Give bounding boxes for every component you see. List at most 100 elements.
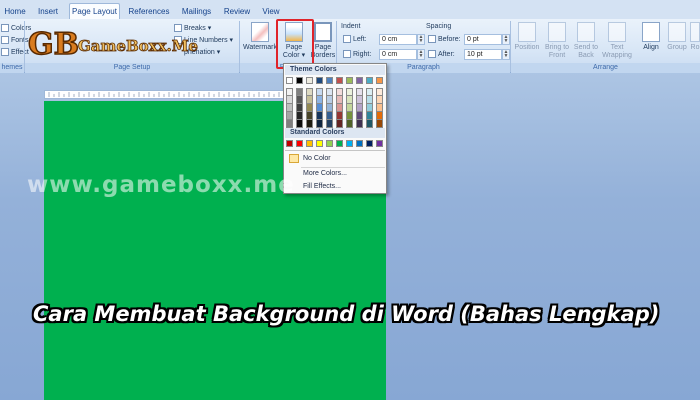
standard-color-swatch[interactable] (326, 140, 333, 147)
theme-shade-swatch[interactable] (326, 112, 333, 120)
theme-shade-swatch[interactable] (336, 104, 343, 112)
theme-shade-swatch[interactable] (376, 120, 383, 128)
theme-shade-swatch[interactable] (316, 96, 323, 104)
bring-to-front-button[interactable]: Bring to Front (543, 22, 571, 60)
text-wrapping-button[interactable]: Text Wrapping (601, 22, 633, 60)
theme-shade-swatch[interactable] (286, 112, 293, 120)
standard-color-swatch[interactable] (376, 140, 383, 147)
more-colors-item[interactable]: More Colors... (303, 170, 347, 177)
position-button[interactable]: Position (512, 22, 542, 52)
theme-shade-swatch[interactable] (346, 104, 353, 112)
theme-shade-swatch[interactable] (306, 112, 313, 120)
standard-color-swatch[interactable] (366, 140, 373, 147)
theme-shade-swatch[interactable] (356, 96, 363, 104)
theme-shade-swatch[interactable] (306, 96, 313, 104)
tab-view[interactable]: View (260, 4, 282, 19)
group-button[interactable]: Group (665, 22, 689, 52)
theme-shade-swatch[interactable] (306, 104, 313, 112)
theme-shade-swatch[interactable] (296, 120, 303, 128)
theme-color-swatch[interactable] (286, 77, 293, 84)
theme-shade-swatch[interactable] (346, 88, 353, 96)
spacing-after-label: After: (428, 50, 455, 58)
theme-shade-swatch[interactable] (376, 104, 383, 112)
theme-shade-swatch[interactable] (336, 112, 343, 120)
theme-shade-swatch[interactable] (336, 88, 343, 96)
theme-shade-swatch[interactable] (296, 112, 303, 120)
indent-right-input[interactable]: 0 cm (379, 49, 417, 60)
theme-shade-swatch[interactable] (346, 112, 353, 120)
no-color-item[interactable]: No Color (286, 153, 384, 165)
theme-shade-swatch[interactable] (306, 120, 313, 128)
tab-page-layout[interactable]: Page Layout (69, 3, 120, 20)
theme-color-swatch[interactable] (346, 77, 353, 84)
theme-shade-swatch[interactable] (326, 88, 333, 96)
theme-color-swatch[interactable] (296, 77, 303, 84)
fill-effects-item[interactable]: Fill Effects... (303, 183, 341, 190)
tab-insert[interactable]: Insert (34, 4, 62, 19)
theme-shade-swatch[interactable] (296, 88, 303, 96)
theme-shade-swatch[interactable] (356, 88, 363, 96)
watermark-button[interactable]: Watermark (243, 22, 277, 52)
theme-shade-swatch[interactable] (286, 96, 293, 104)
theme-shade-swatch[interactable] (336, 120, 343, 128)
indent-left-input[interactable]: 0 cm (379, 34, 417, 45)
theme-color-swatch[interactable] (366, 77, 373, 84)
spacing-before-input[interactable]: 0 pt (464, 34, 502, 45)
standard-color-swatch[interactable] (296, 140, 303, 147)
tab-references[interactable]: References (127, 4, 171, 19)
theme-color-swatch[interactable] (326, 77, 333, 84)
tab-mailings[interactable]: Mailings (180, 4, 213, 19)
theme-shade-swatch[interactable] (356, 112, 363, 120)
theme-shade-swatch[interactable] (366, 96, 373, 104)
theme-shade-swatch[interactable] (346, 96, 353, 104)
theme-color-swatch[interactable] (336, 77, 343, 84)
theme-shade-swatch[interactable] (316, 88, 323, 96)
theme-color-swatch[interactable] (356, 77, 363, 84)
align-button[interactable]: Align (639, 22, 663, 52)
send-to-back-button[interactable]: Send to Back (572, 22, 600, 60)
theme-shade-swatch[interactable] (336, 96, 343, 104)
theme-shade-swatch[interactable] (326, 120, 333, 128)
theme-shade-swatch[interactable] (286, 120, 293, 128)
theme-shade-swatch[interactable] (316, 112, 323, 120)
theme-shade-swatch[interactable] (346, 120, 353, 128)
theme-shade-swatch[interactable] (366, 88, 373, 96)
indent-right-spinner[interactable]: ▲ ▼ (417, 49, 425, 60)
standard-color-swatch[interactable] (306, 140, 313, 147)
theme-shade-swatch[interactable] (376, 88, 383, 96)
theme-shade-swatch[interactable] (286, 88, 293, 96)
theme-shade-swatch[interactable] (326, 96, 333, 104)
standard-color-swatch[interactable] (286, 140, 293, 147)
theme-shade-swatch[interactable] (376, 96, 383, 104)
theme-shade-swatch[interactable] (296, 104, 303, 112)
theme-shade-swatch[interactable] (316, 120, 323, 128)
theme-color-swatch[interactable] (376, 77, 383, 84)
spacing-before-spinner[interactable]: ▲ ▼ (502, 34, 510, 45)
menu-separator (301, 167, 385, 168)
standard-color-swatch[interactable] (346, 140, 353, 147)
theme-shade-swatch[interactable] (376, 112, 383, 120)
theme-shade-swatch[interactable] (316, 104, 323, 112)
standard-color-swatch[interactable] (336, 140, 343, 147)
theme-shade-swatch[interactable] (366, 104, 373, 112)
theme-shade-swatch[interactable] (366, 120, 373, 128)
palette-icon (1, 24, 9, 32)
tab-review[interactable]: Review (223, 4, 251, 19)
theme-shade-swatch[interactable] (306, 88, 313, 96)
spacing-after-spinner[interactable]: ▲ ▼ (502, 49, 510, 60)
theme-shade-swatch[interactable] (286, 104, 293, 112)
theme-color-swatch[interactable] (316, 77, 323, 84)
theme-color-swatch[interactable] (306, 77, 313, 84)
theme-shade-swatch[interactable] (296, 96, 303, 104)
standard-color-swatch[interactable] (316, 140, 323, 147)
indent-left-spinner[interactable]: ▲ ▼ (417, 34, 425, 45)
spacing-after-input[interactable]: 10 pt (464, 49, 502, 60)
theme-shade-swatch[interactable] (366, 112, 373, 120)
tab-home[interactable]: Home (2, 4, 28, 19)
rotate-button[interactable]: Ro (690, 22, 700, 52)
theme-shade-swatch[interactable] (326, 104, 333, 112)
theme-shade-swatch[interactable] (356, 104, 363, 112)
standard-colors-heading: Standard Colors (285, 128, 385, 138)
theme-shade-swatch[interactable] (356, 120, 363, 128)
standard-color-swatch[interactable] (356, 140, 363, 147)
